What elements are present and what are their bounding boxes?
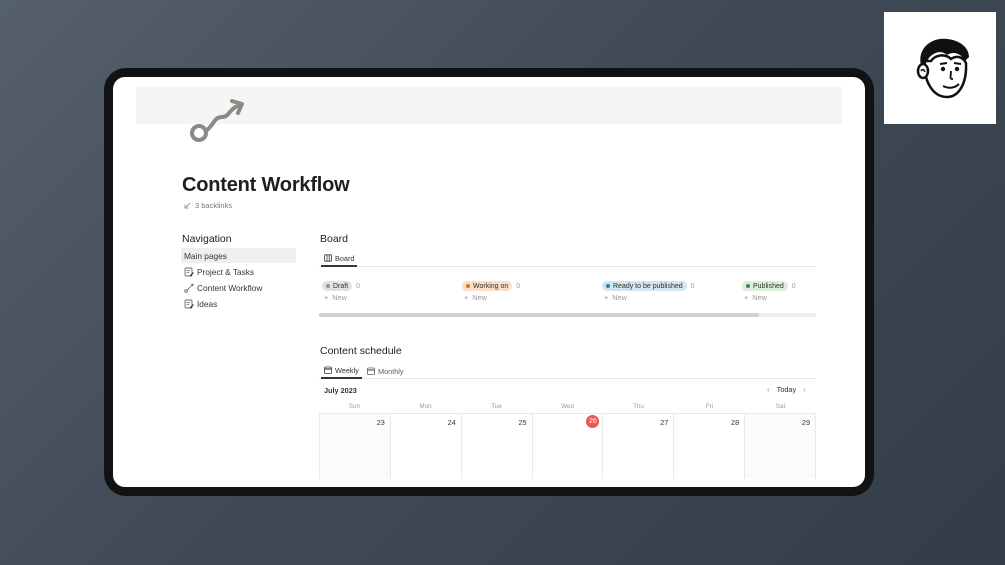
new-card-button[interactable]: + New [744, 293, 767, 302]
calendar-day-cell[interactable]: 27 [603, 414, 675, 479]
page-edit-icon [184, 267, 194, 277]
nav-item-label: Project & Tasks [197, 266, 255, 277]
nav-item-label: Main pages [184, 250, 227, 261]
weekday-label: Wed [561, 403, 574, 410]
tab-monthly[interactable]: Monthly [364, 363, 407, 379]
page-edit-icon [184, 299, 194, 309]
calendar-day-cell[interactable]: 28 [674, 414, 746, 479]
day-number: 27 [660, 418, 669, 427]
tablet-frame: Content Workflow 3 backlinks Navigation … [104, 68, 874, 496]
plus-icon: + [604, 293, 609, 302]
board-scrollbar[interactable] [319, 313, 816, 317]
status-tag-working-on: Working on [462, 281, 513, 291]
avatar [884, 12, 996, 124]
status-dot [606, 284, 610, 288]
board-title: Board [320, 233, 349, 245]
navigation-heading: Navigation [182, 233, 232, 245]
column-count: 0 [516, 283, 521, 290]
schedule-title: Content schedule [320, 345, 402, 357]
calendar-day-cell[interactable]: 25 [461, 414, 533, 479]
weekday-label: Thu [633, 403, 644, 410]
column-count: 0 [690, 283, 695, 290]
calendar-day-cell-today[interactable]: 26 [532, 414, 604, 479]
tab-board-label: Board [335, 253, 355, 263]
plus-icon: + [744, 293, 749, 302]
status-dot [746, 284, 750, 288]
nav-item-project-tasks[interactable]: Project & Tasks [181, 264, 296, 279]
calendar-week-grid: 23 24 25 26 27 28 29 [319, 413, 817, 479]
tab-board[interactable]: Board [321, 251, 358, 267]
nav-item-content-workflow[interactable]: Content Workflow [181, 280, 296, 295]
nav-item-label: Content Workflow [197, 282, 263, 293]
weekday-label: Fri [705, 403, 714, 410]
nav-item-main-pages[interactable]: Main pages [181, 248, 296, 263]
status-label: Published [753, 282, 784, 290]
chevron-left-icon[interactable]: ‹ [767, 385, 770, 394]
new-label: New [612, 293, 627, 302]
calendar-navigation: ‹ Today › [767, 385, 806, 394]
new-label: New [752, 293, 767, 302]
board-column-published[interactable]: Published 0 [742, 275, 796, 293]
column-count: 0 [356, 283, 361, 290]
tab-monthly-label: Monthly [378, 366, 404, 376]
new-label: New [332, 293, 347, 302]
backlinks-label: 3 backlinks [195, 201, 233, 210]
chevron-right-icon[interactable]: › [803, 385, 806, 394]
workflow-route-icon[interactable] [188, 97, 250, 145]
day-number: 25 [518, 418, 527, 427]
calendar-icon [324, 366, 332, 374]
calendar-day-cell[interactable]: 24 [390, 414, 462, 479]
status-label: Draft [333, 282, 349, 290]
navigation-list: Main pages Project & Tasks Content Workf… [181, 248, 296, 312]
day-number: 24 [447, 418, 456, 427]
column-count: 0 [791, 283, 796, 290]
status-tag-published: Published [742, 281, 788, 291]
board-view-tabs: Board [319, 251, 816, 267]
calendar-month: July 2023 [324, 386, 357, 395]
calendar-day-cell[interactable]: 23 [320, 414, 391, 479]
status-label: Working on [473, 282, 509, 290]
plus-icon: + [324, 293, 329, 302]
status-tag-draft: Draft [322, 281, 353, 291]
calendar-icon [367, 367, 375, 375]
board-view-icon [324, 254, 332, 262]
today-button[interactable]: Today [777, 385, 796, 394]
weekday-header: Sun Mon Tue Wed Thu Fri Sat [319, 403, 816, 410]
weekday-label: Sat [775, 403, 786, 410]
board-column-ready[interactable]: Ready to be published 0 [602, 275, 695, 293]
scrollbar-thumb[interactable] [319, 313, 759, 317]
tab-weekly-label: Weekly [335, 365, 359, 375]
cartoon-face-icon [916, 38, 969, 99]
notion-page: Content Workflow 3 backlinks Navigation … [113, 77, 865, 487]
calendar-day-cell[interactable]: 29 [745, 414, 817, 479]
status-dot [466, 284, 470, 288]
status-label: Ready to be published [613, 282, 683, 290]
nav-item-ideas[interactable]: Ideas [181, 296, 296, 311]
status-tag-ready: Ready to be published [602, 281, 687, 291]
plus-icon: + [464, 293, 469, 302]
page-title: Content Workflow [182, 174, 350, 196]
backlinks-link[interactable]: 3 backlinks [184, 201, 232, 210]
backlink-arrow-icon [184, 202, 191, 209]
board-column-draft[interactable]: Draft 0 [322, 275, 360, 293]
day-number: 29 [801, 418, 811, 427]
day-number: 23 [376, 418, 385, 427]
status-dot [326, 284, 330, 288]
schedule-view-tabs: Weekly Monthly [319, 363, 816, 379]
weekday-label: Tue [491, 403, 502, 410]
workflow-route-icon [184, 283, 194, 293]
today-day-number: 26 [586, 415, 600, 428]
weekday-label: Sun [348, 403, 361, 410]
new-card-button[interactable]: + New [324, 293, 347, 302]
new-label: New [472, 293, 487, 302]
nav-item-label: Ideas [197, 298, 218, 309]
weekday-label: Mon [419, 403, 432, 410]
day-number: 28 [731, 418, 740, 427]
tab-weekly[interactable]: Weekly [321, 363, 362, 379]
board-column-working-on[interactable]: Working on 0 [462, 275, 520, 293]
new-card-button[interactable]: + New [464, 293, 487, 302]
new-card-button[interactable]: + New [604, 293, 627, 302]
